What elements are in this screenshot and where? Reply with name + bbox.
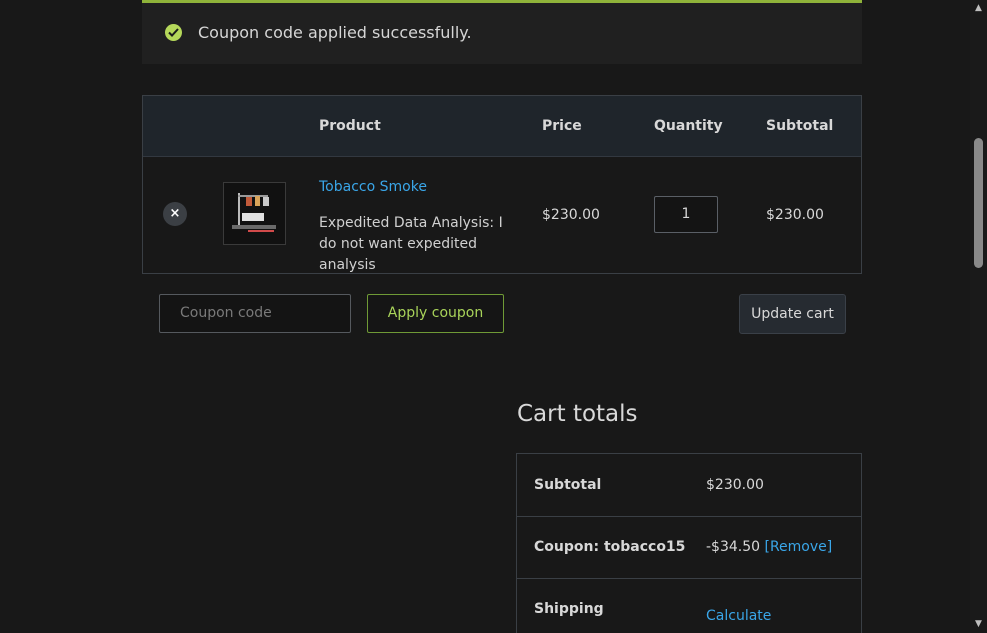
scroll-down-arrow-icon[interactable]: ▼ — [970, 616, 987, 633]
shipping-label: Shipping — [534, 601, 604, 617]
subtotal-label: Subtotal — [534, 477, 602, 493]
totals-row-shipping: Shipping Calculate shipping — [517, 578, 861, 633]
subtotal-value: $230.00 — [706, 477, 764, 493]
column-header-quantity: Quantity — [654, 118, 723, 134]
column-header-product: Product — [319, 118, 381, 134]
update-cart-button[interactable]: Update cart — [739, 294, 846, 334]
remove-item-button[interactable]: × — [163, 202, 187, 226]
remove-coupon-link[interactable]: [Remove] — [765, 539, 833, 555]
success-notice: Coupon code applied successfully. — [142, 0, 862, 64]
coupon-discount-value: -$34.50 — [706, 539, 761, 555]
column-header-price: Price — [542, 118, 582, 134]
product-thumbnail[interactable] — [223, 182, 286, 245]
quantity-input[interactable]: 1 — [654, 196, 718, 233]
cart-totals-heading: Cart totals — [517, 401, 638, 427]
cart-table-header: Product Price Quantity Subtotal — [143, 96, 861, 157]
scrollbar-thumb[interactable] — [974, 138, 983, 268]
scroll-up-arrow-icon[interactable]: ▲ — [970, 0, 987, 17]
product-name-link[interactable]: Tobacco Smoke — [319, 179, 427, 195]
totals-row-coupon: Coupon: tobacco15 -$34.50 [Remove] — [517, 516, 861, 579]
totals-row-subtotal: Subtotal $230.00 — [517, 454, 861, 517]
column-header-subtotal: Subtotal — [766, 118, 834, 134]
coupon-code-input[interactable]: Coupon code — [159, 294, 351, 333]
cart-page: Coupon code applied successfully. Produc… — [0, 0, 987, 633]
vertical-scrollbar[interactable]: ▲ ▼ — [970, 0, 987, 633]
apply-coupon-button[interactable]: Apply coupon — [367, 294, 504, 333]
item-subtotal: $230.00 — [766, 207, 824, 223]
coupon-label: Coupon: tobacco15 — [534, 539, 686, 555]
coupon-value-group: -$34.50 [Remove] — [706, 539, 832, 555]
product-variation: Expedited Data Analysis: I do not want e… — [319, 215, 503, 273]
notice-message: Coupon code applied successfully. — [198, 23, 472, 42]
item-price: $230.00 — [542, 207, 600, 223]
calculate-shipping-link[interactable]: Calculate shipping — [706, 604, 786, 633]
cart-table: Product Price Quantity Subtotal × Tobacc… — [142, 95, 862, 274]
check-circle-icon — [165, 24, 182, 41]
cart-totals-table: Subtotal $230.00 Coupon: tobacco15 -$34.… — [516, 453, 862, 633]
